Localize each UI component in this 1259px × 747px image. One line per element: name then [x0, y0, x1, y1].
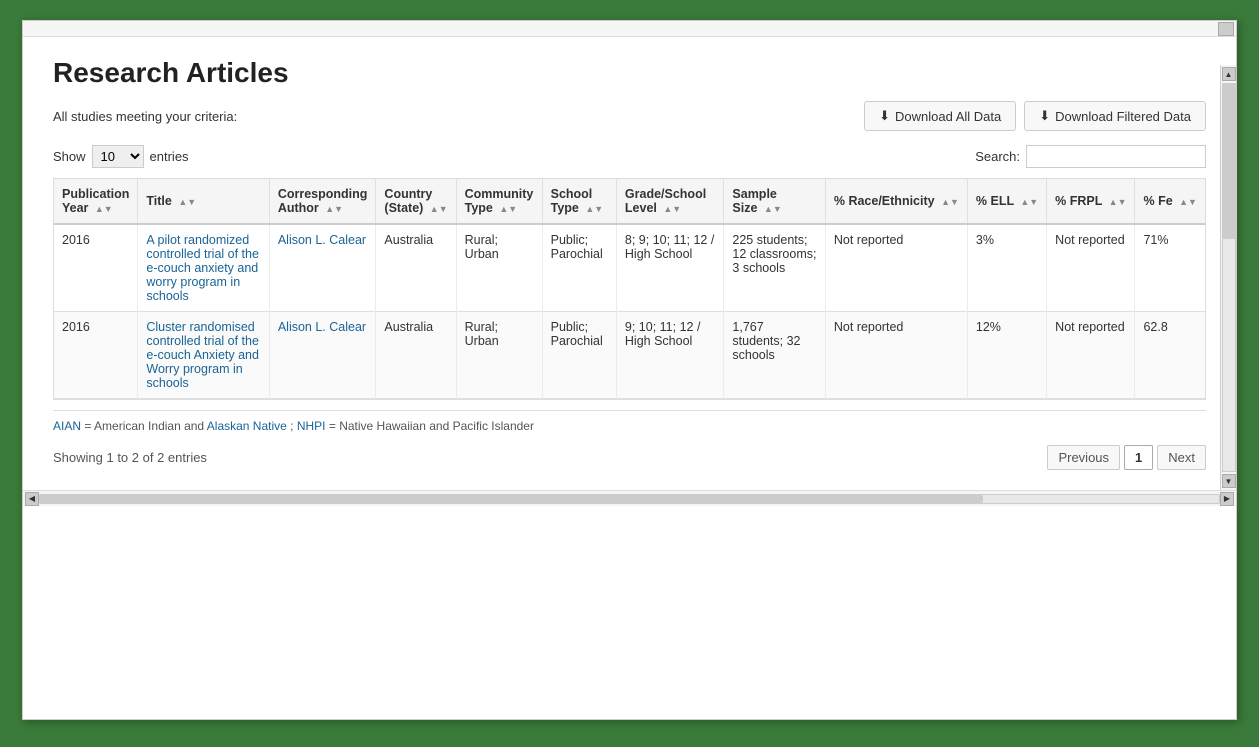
cell-title[interactable]: A pilot randomized controlled trial of t…: [138, 224, 269, 312]
cell-pub-year: 2016: [54, 224, 138, 312]
scrollbar-right[interactable]: ▲ ▼: [1220, 65, 1236, 490]
cell-pub-year: 2016: [54, 312, 138, 399]
cell-race-ethnicity: Not reported: [825, 312, 967, 399]
cell-country: Australia: [376, 312, 456, 399]
main-window: Research Articles All studies meeting yo…: [22, 20, 1237, 720]
footnote-aian-label: AIAN: [53, 419, 81, 433]
cell-grade-level: 9; 10; 11; 12 / High School: [616, 312, 724, 399]
scrollbar-top[interactable]: [23, 21, 1236, 37]
data-table: PublicationYear ▲▼ Title ▲▼ Correspondin…: [54, 179, 1205, 399]
col-title[interactable]: Title ▲▼: [138, 179, 269, 224]
scrollbar-bottom[interactable]: ◀ ▶: [23, 490, 1236, 506]
footnote: AIAN = American Indian and Alaskan Nativ…: [53, 410, 1206, 433]
cell-ell: 12%: [967, 312, 1046, 399]
cell-school-type: Public; Parochial: [542, 312, 616, 399]
cell-corresponding-author[interactable]: Alison L. Calear: [269, 312, 376, 399]
col-frpl[interactable]: % FRPL ▲▼: [1047, 179, 1135, 224]
pagination-info: Showing 1 to 2 of 2 entries: [53, 450, 207, 465]
download-icon: ⬇: [879, 108, 890, 124]
download-all-label: Download All Data: [895, 109, 1001, 124]
col-sample-size[interactable]: SampleSize ▲▼: [724, 179, 825, 224]
col-grade-level[interactable]: Grade/SchoolLevel ▲▼: [616, 179, 724, 224]
cell-race-ethnicity: Not reported: [825, 224, 967, 312]
pagination-prev-button[interactable]: Previous: [1047, 445, 1120, 470]
scrollbar-thumb[interactable]: [40, 495, 983, 503]
cell-sample-size: 225 students; 12 classrooms; 3 schools: [724, 224, 825, 312]
search-input[interactable]: [1026, 145, 1206, 168]
footnote-nhpi-separator: ;: [290, 419, 297, 433]
pagination-controls: Previous 1 Next: [1047, 445, 1206, 470]
cell-title[interactable]: Cluster randomised controlled trial of t…: [138, 312, 269, 399]
page-content: Research Articles All studies meeting yo…: [23, 37, 1236, 490]
footnote-aian-def: = American Indian and: [84, 419, 206, 433]
cell-grade-level: 8; 9; 10; 11; 12 / High School: [616, 224, 724, 312]
cell-ell: 3%: [967, 224, 1046, 312]
col-race-ethnicity[interactable]: % Race/Ethnicity ▲▼: [825, 179, 967, 224]
scrollbar-thumb-top[interactable]: [1218, 22, 1234, 36]
cell-community-type: Rural; Urban: [456, 312, 542, 399]
col-female[interactable]: % Fe ▲▼: [1135, 179, 1205, 224]
scroll-down-arrow[interactable]: ▼: [1222, 474, 1236, 488]
download-filtered-label: Download Filtered Data: [1055, 109, 1191, 124]
cell-frpl: Not reported: [1047, 312, 1135, 399]
show-label: Show: [53, 149, 86, 164]
scrollbar-track[interactable]: [39, 494, 1220, 504]
search-label: Search:: [975, 149, 1020, 164]
data-table-wrapper: PublicationYear ▲▼ Title ▲▼ Correspondin…: [53, 178, 1206, 400]
scroll-left-arrow[interactable]: ◀: [25, 492, 39, 506]
table-body: 2016A pilot randomized controlled trial …: [54, 224, 1205, 399]
download-all-button[interactable]: ⬇ Download All Data: [864, 101, 1016, 131]
download-filtered-icon: ⬇: [1039, 108, 1050, 124]
top-bar: All studies meeting your criteria: ⬇ Dow…: [53, 101, 1206, 131]
controls-bar: Show 10 25 50 100 entries Search:: [53, 145, 1206, 168]
table-row: 2016Cluster randomised controlled trial …: [54, 312, 1205, 399]
download-filtered-button[interactable]: ⬇ Download Filtered Data: [1024, 101, 1206, 131]
show-entries: Show 10 25 50 100 entries: [53, 145, 189, 168]
col-corresponding-author[interactable]: CorrespondingAuthor ▲▼: [269, 179, 376, 224]
col-school-type[interactable]: SchoolType ▲▼: [542, 179, 616, 224]
col-community-type[interactable]: CommunityType ▲▼: [456, 179, 542, 224]
table-row: 2016A pilot randomized controlled trial …: [54, 224, 1205, 312]
cell-country: Australia: [376, 224, 456, 312]
cell-female: 62.8: [1135, 312, 1205, 399]
cell-community-type: Rural; Urban: [456, 224, 542, 312]
pagination-page-1-button[interactable]: 1: [1124, 445, 1153, 470]
cell-sample-size: 1,767 students; 32 schools: [724, 312, 825, 399]
criteria-text: All studies meeting your criteria:: [53, 109, 864, 124]
cell-school-type: Public; Parochial: [542, 224, 616, 312]
table-header-row: PublicationYear ▲▼ Title ▲▼ Correspondin…: [54, 179, 1205, 224]
col-country[interactable]: Country(State) ▲▼: [376, 179, 456, 224]
scroll-right-arrow[interactable]: ▶: [1220, 492, 1234, 506]
entries-select[interactable]: 10 25 50 100: [92, 145, 144, 168]
col-pub-year[interactable]: PublicationYear ▲▼: [54, 179, 138, 224]
search-bar: Search:: [975, 145, 1206, 168]
cell-frpl: Not reported: [1047, 224, 1135, 312]
cell-corresponding-author[interactable]: Alison L. Calear: [269, 224, 376, 312]
pagination-next-button[interactable]: Next: [1157, 445, 1206, 470]
footnote-nhpi-def: = Native Hawaiian and Pacific Islander: [329, 419, 534, 433]
scroll-up-arrow[interactable]: ▲: [1222, 67, 1236, 81]
cell-female: 71%: [1135, 224, 1205, 312]
col-ell[interactable]: % ELL ▲▼: [967, 179, 1046, 224]
footnote-nhpi-label: NHPI: [297, 419, 326, 433]
entries-label: entries: [150, 149, 189, 164]
footnote-alaskan-label: Alaskan Native: [207, 419, 287, 433]
page-title: Research Articles: [53, 57, 1206, 89]
pagination: Showing 1 to 2 of 2 entries Previous 1 N…: [53, 445, 1206, 470]
